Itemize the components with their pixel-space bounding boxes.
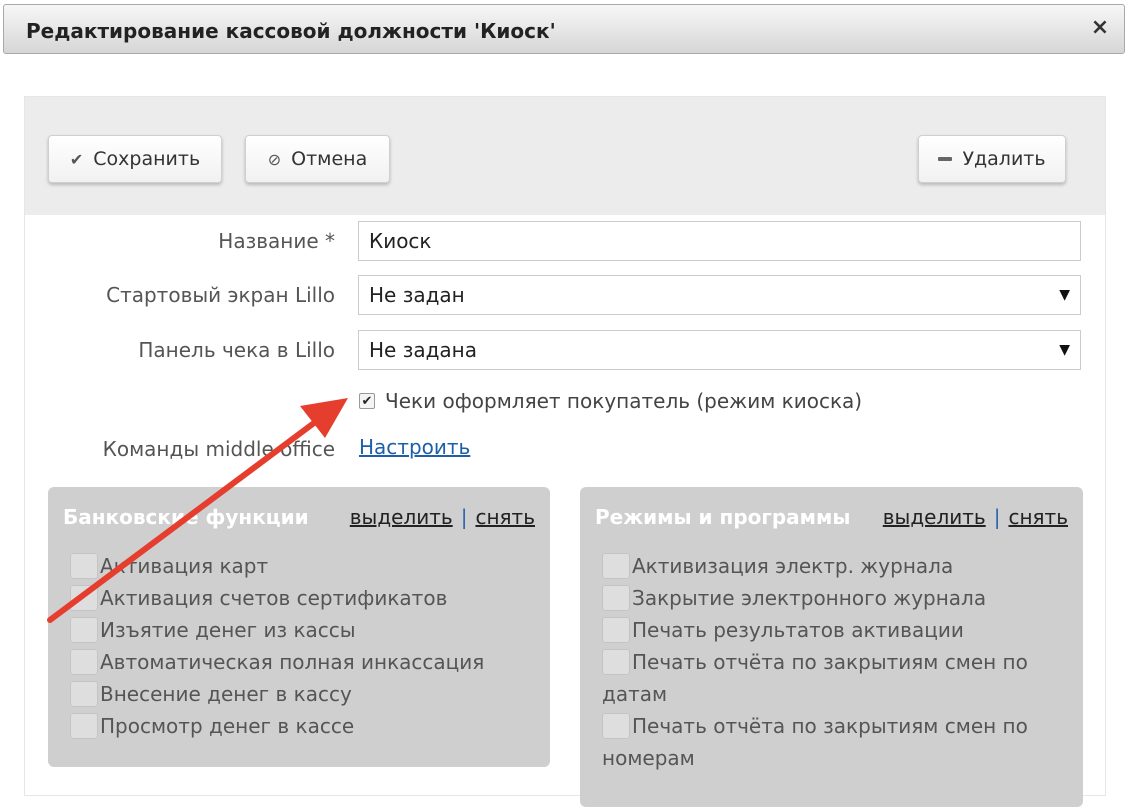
list-item: Печать результатов активации	[602, 614, 1073, 646]
item-checkbox[interactable]	[602, 713, 630, 739]
item-label: Внесение денег в кассу	[100, 682, 352, 706]
bank-select-all-link[interactable]: выделить	[350, 505, 453, 529]
bank-functions-actions: выделить | снять	[350, 505, 535, 529]
bank-functions-header: Банковские функции выделить | снять	[63, 505, 535, 535]
item-label: Печать результатов активации	[632, 618, 964, 642]
receipt-panel-select[interactable]: Не задана ▼	[358, 330, 1081, 370]
separator: |	[993, 505, 1001, 529]
cancel-button[interactable]: ⊘ Отмена	[245, 135, 390, 183]
item-checkbox[interactable]	[602, 585, 630, 611]
save-button-label: Сохранить	[93, 148, 201, 170]
list-item: Внесение денег в кассу	[70, 678, 540, 710]
edit-panel: ✔ Сохранить ⊘ Отмена Удалить Название * …	[24, 96, 1106, 807]
bank-functions-group: Банковские функции выделить | снять Актива…	[48, 487, 550, 767]
save-button[interactable]: ✔ Сохранить	[48, 135, 222, 183]
dropdown-arrow-icon: ▼	[1059, 342, 1070, 358]
bank-functions-list: Активация карт Активация счетов сертифик…	[70, 550, 540, 742]
bank-functions-title: Банковские функции	[63, 505, 309, 529]
item-checkbox[interactable]	[602, 649, 630, 675]
modes-programs-list: Активизация электр. журнала Закрытие эле…	[602, 550, 1073, 774]
receipt-panel-value: Не задана	[369, 338, 478, 362]
item-checkbox[interactable]	[602, 617, 630, 643]
bank-clear-all-link[interactable]: снять	[475, 505, 535, 529]
list-item: Закрытие электронного журнала	[602, 582, 1073, 614]
dialog-titlebar: Редактирование кассовой должности 'Киоск…	[3, 4, 1125, 54]
list-item: Активация карт	[70, 550, 540, 582]
start-screen-label: Стартовый экран Lillo	[106, 283, 335, 307]
receipt-panel-label: Панель чека в Lillo	[138, 338, 335, 362]
configure-commands-link[interactable]: Настроить	[359, 435, 470, 459]
close-icon[interactable]: ×	[1088, 16, 1112, 40]
cancel-circle-icon: ⊘	[267, 149, 282, 169]
separator: |	[460, 505, 468, 529]
list-item: Автоматическая полная инкассация	[70, 646, 540, 678]
name-label: Название *	[218, 229, 335, 253]
item-checkbox[interactable]	[70, 681, 98, 707]
name-input[interactable]	[358, 221, 1081, 261]
item-label: Закрытие электронного журнала	[632, 586, 987, 610]
modes-programs-title: Режимы и программы	[595, 505, 851, 529]
dialog-title: Редактирование кассовой должности 'Киоск…	[26, 19, 556, 43]
item-label: Печать отчёта по закрытиям смен по номер…	[602, 714, 1028, 770]
modes-clear-all-link[interactable]: снять	[1008, 505, 1068, 529]
dropdown-arrow-icon: ▼	[1059, 287, 1070, 303]
item-label: Активизация электр. журнала	[632, 554, 954, 578]
kiosk-mode-row: ✔ Чеки оформляет покупатель (режим киоск…	[359, 389, 862, 413]
list-item: Активация счетов сертификатов	[70, 582, 540, 614]
list-item: Активизация электр. журнала	[602, 550, 1073, 582]
modes-programs-actions: выделить | снять	[883, 505, 1068, 529]
item-checkbox[interactable]	[70, 553, 98, 579]
item-checkbox[interactable]	[70, 617, 98, 643]
list-item: Печать отчёта по закрытиям смен по номер…	[602, 710, 1073, 774]
delete-button-label: Удалить	[962, 148, 1046, 170]
item-checkbox[interactable]	[70, 649, 98, 675]
item-label: Активация карт	[100, 554, 269, 578]
start-screen-select[interactable]: Не задан ▼	[358, 275, 1081, 315]
list-item: Изъятие денег из кассы	[70, 614, 540, 646]
kiosk-mode-label: Чеки оформляет покупатель (режим киоска)	[385, 389, 863, 413]
item-checkbox[interactable]	[70, 585, 98, 611]
start-screen-value: Не задан	[369, 283, 465, 307]
cancel-button-label: Отмена	[291, 148, 368, 170]
list-item: Просмотр денег в кассе	[70, 710, 540, 742]
modes-programs-group: Режимы и программы выделить | снять Активи…	[580, 487, 1083, 807]
delete-button[interactable]: Удалить	[918, 135, 1066, 183]
toolbar: ✔ Сохранить ⊘ Отмена Удалить	[25, 97, 1105, 215]
modes-select-all-link[interactable]: выделить	[883, 505, 986, 529]
minus-icon	[938, 157, 953, 161]
item-label: Изъятие денег из кассы	[100, 618, 356, 642]
item-label: Активация счетов сертификатов	[100, 586, 448, 610]
item-label: Просмотр денег в кассе	[100, 714, 355, 738]
item-checkbox[interactable]	[70, 713, 98, 739]
item-label: Автоматическая полная инкассация	[100, 650, 485, 674]
check-icon: ✔	[69, 149, 84, 169]
kiosk-mode-checkbox[interactable]: ✔	[359, 393, 375, 409]
modes-programs-header: Режимы и программы выделить | снять	[595, 505, 1068, 535]
item-checkbox[interactable]	[602, 553, 630, 579]
list-item: Печать отчёта по закрытиям смен по датам	[602, 646, 1073, 710]
commands-label: Команды middle office	[102, 437, 335, 461]
item-label: Печать отчёта по закрытиям смен по датам	[602, 650, 1028, 706]
